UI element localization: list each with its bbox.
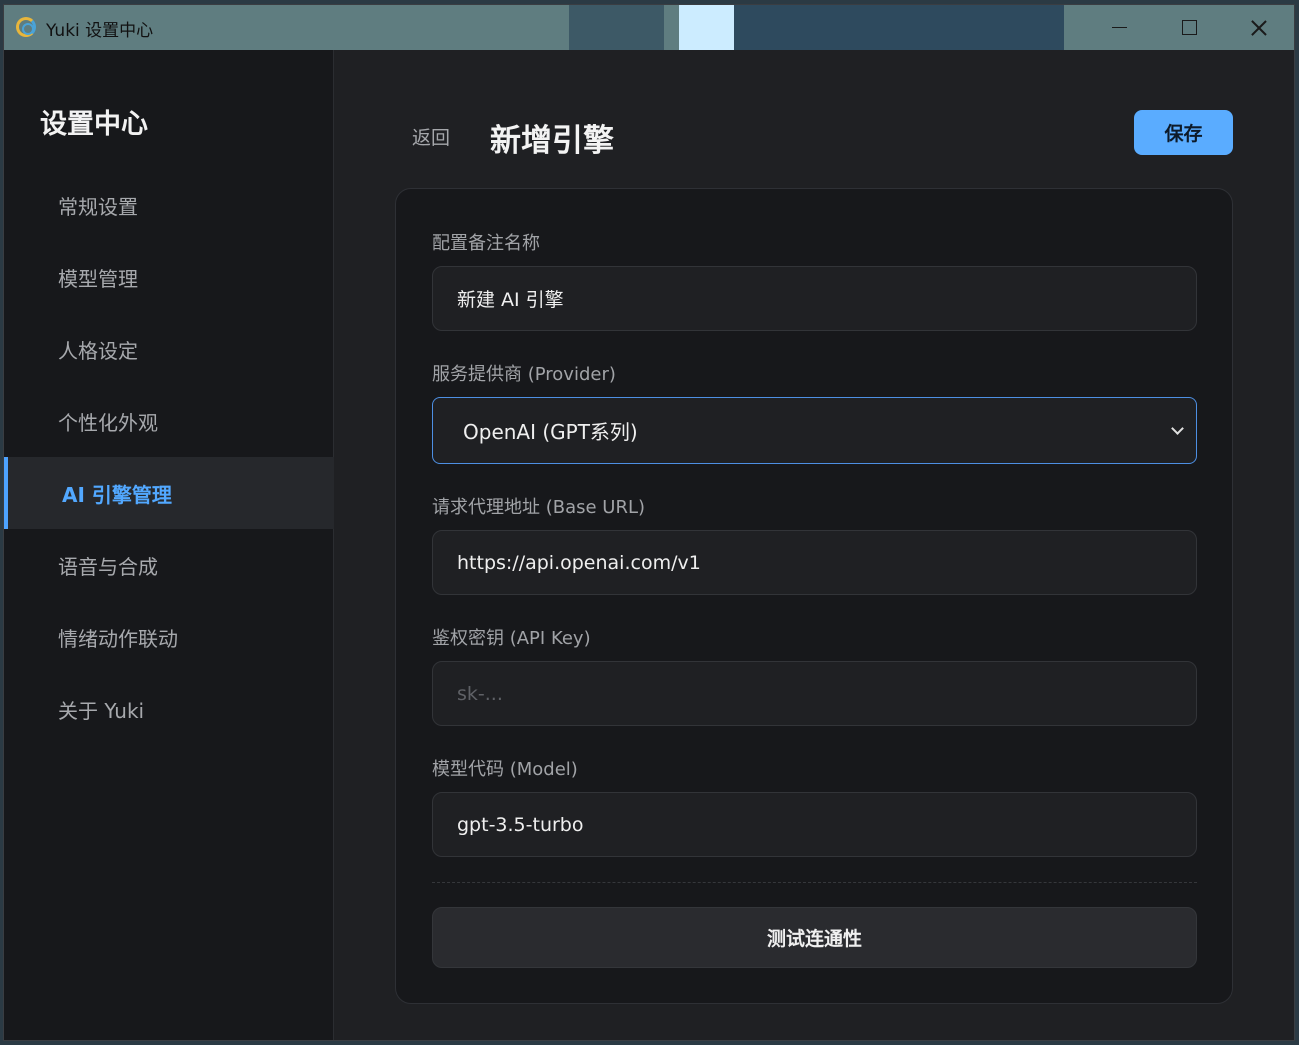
engine-form-card: 配置备注名称 新建 AI 引擎 服务提供商 (Provider) OpenAI … <box>395 188 1233 1004</box>
chevron-down-icon <box>1171 422 1184 435</box>
provider-selected-value: OpenAI (GPT系列) <box>463 420 638 444</box>
name-label: 配置备注名称 <box>432 233 540 254</box>
sidebar-item-general[interactable]: 常规设置 <box>4 169 334 241</box>
name-input[interactable]: 新建 AI 引擎 <box>432 266 1197 331</box>
back-link[interactable]: 返回 <box>412 123 450 150</box>
provider-select[interactable]: OpenAI (GPT系列) <box>432 397 1197 464</box>
base-url-label: 请求代理地址 (Base URL) <box>432 497 646 518</box>
sidebar-item-emotion[interactable]: 情绪动作联动 <box>4 601 334 673</box>
main-content: 返回 新增引擎 保存 配置备注名称 新建 AI 引擎 服务提供商 (Provid… <box>334 50 1294 1040</box>
api-key-input[interactable]: sk-... <box>432 661 1197 726</box>
sidebar-item-voice[interactable]: 语音与合成 <box>4 529 334 601</box>
minimize-button[interactable] <box>1084 5 1154 50</box>
sidebar: 设置中心 常规设置 模型管理 人格设定 个性化外观 AI 引擎管理 语音与合成 … <box>4 50 334 1040</box>
provider-label: 服务提供商 (Provider) <box>432 364 616 385</box>
background-window-strip <box>569 5 664 50</box>
close-icon <box>1251 20 1267 36</box>
sidebar-item-ai-engines[interactable]: AI 引擎管理 <box>4 457 334 529</box>
maximize-button[interactable] <box>1154 5 1224 50</box>
test-connection-button[interactable]: 测试连通性 <box>432 907 1197 968</box>
sidebar-item-persona[interactable]: 人格设定 <box>4 313 334 385</box>
api-key-label: 鉴权密钥 (API Key) <box>432 628 591 649</box>
base-url-input[interactable]: https://api.openai.com/v1 <box>432 530 1197 595</box>
divider <box>432 882 1197 883</box>
sidebar-item-models[interactable]: 模型管理 <box>4 241 334 313</box>
background-window-strip <box>679 5 734 50</box>
sidebar-title: 设置中心 <box>40 109 148 140</box>
window-title: Yuki 设置中心 <box>46 21 154 41</box>
background-window-strip <box>734 5 1064 50</box>
model-input[interactable]: gpt-3.5-turbo <box>432 792 1197 857</box>
save-button[interactable]: 保存 <box>1134 110 1233 155</box>
maximize-icon <box>1181 20 1197 35</box>
title-bar[interactable]: Yuki 设置中心 <box>4 5 1294 50</box>
close-button[interactable] <box>1224 5 1294 50</box>
model-label: 模型代码 (Model) <box>432 759 578 780</box>
settings-window: Yuki 设置中心 设置中心 常规设置 模型管理 人格设定 个性化外观 AI 引… <box>3 4 1295 1041</box>
sidebar-item-appearance[interactable]: 个性化外观 <box>4 385 334 457</box>
app-logo-icon <box>16 17 36 37</box>
page-title: 新增引擎 <box>490 123 614 159</box>
minimize-icon <box>1111 26 1127 29</box>
sidebar-item-about[interactable]: 关于 Yuki <box>4 673 334 745</box>
